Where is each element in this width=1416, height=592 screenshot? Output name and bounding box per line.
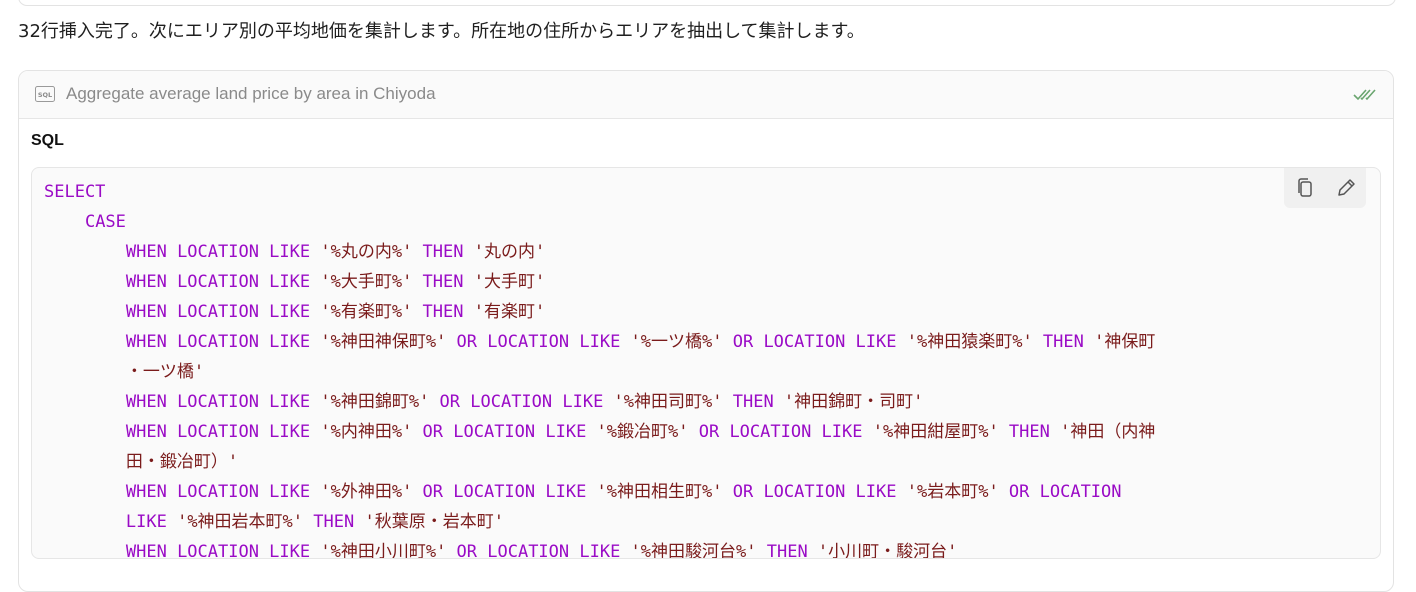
sql-string: '有楽町'	[473, 302, 546, 322]
sql-icon: SQL	[35, 86, 55, 102]
code-block[interactable]: SELECT CASE WHEN LOCATION LIKE '%丸の内%' T…	[31, 167, 1381, 559]
sql-string: '%神田神保町%'	[320, 332, 447, 352]
code-line: WHEN LOCATION LIKE '%大手町%' THEN '大手町'	[44, 272, 545, 292]
sql-keyword: THEN	[756, 542, 818, 559]
sql-string: '秋葉原・岩本町'	[364, 512, 504, 532]
sql-string: '%神田小川町%'	[320, 542, 447, 559]
sql-string: '%神田岩本町%'	[177, 512, 304, 532]
sql-keyword: THEN	[412, 242, 474, 262]
sql-keyword: WHEN LOCATION LIKE	[44, 242, 321, 262]
sql-string: '%神田猿楽町%'	[906, 332, 1033, 352]
sql-string: '%鍛冶町%'	[596, 422, 689, 442]
sql-string: '%神田駿河台%'	[630, 542, 757, 559]
sql-string: '小川町・駿河台'	[817, 542, 958, 559]
section-label: SQL	[31, 132, 64, 149]
tool-header[interactable]: SQL Aggregate average land price by area…	[19, 71, 1393, 119]
code-line: WHEN LOCATION LIKE '%神田小川町%' OR LOCATION…	[44, 542, 958, 559]
code-line: WHEN LOCATION LIKE '%外神田%' OR LOCATION L…	[44, 482, 1122, 532]
code-line: WHEN LOCATION LIKE '%内神田%' OR LOCATION L…	[44, 422, 1155, 472]
sql-string: '%内神田%'	[320, 422, 413, 442]
code-line: WHEN LOCATION LIKE '%神田錦町%' OR LOCATION …	[44, 392, 924, 412]
sql-keyword: WHEN LOCATION LIKE	[44, 332, 321, 352]
sql-string: '%神田相生町%'	[596, 482, 723, 502]
double-check-icon	[1353, 87, 1377, 101]
sql-string: '%一ツ橋%'	[630, 332, 723, 352]
sql-keyword: THEN	[412, 302, 474, 322]
sql-keyword: OR LOCATION LIKE	[722, 332, 907, 352]
sql-keyword: OR LOCATION LIKE	[446, 332, 631, 352]
sql-string: '%外神田%'	[320, 482, 413, 502]
sql-keyword: CASE	[44, 212, 126, 232]
sql-keyword: THEN	[412, 272, 474, 292]
sql-keyword: WHEN LOCATION LIKE	[44, 302, 321, 322]
sql-code: SELECT CASE WHEN LOCATION LIKE '%丸の内%' T…	[44, 177, 1334, 559]
sql-keyword: THEN	[722, 392, 784, 412]
sql-keyword: WHEN LOCATION LIKE	[44, 272, 321, 292]
sql-string: '%有楽町%'	[320, 302, 413, 322]
sql-string: '%神田錦町%'	[320, 392, 430, 412]
sql-keyword: OR LOCATION LIKE	[688, 422, 873, 442]
sql-string: '%神田司町%'	[613, 392, 723, 412]
edit-pencil-icon[interactable]	[1335, 177, 1357, 199]
sql-keyword: SELECT	[44, 182, 106, 202]
sql-string: '%丸の内%'	[320, 242, 413, 262]
sql-keyword: THEN	[1032, 332, 1095, 352]
sql-keyword: WHEN LOCATION LIKE	[44, 482, 321, 502]
sql-keyword: OR LOCATION LIKE	[412, 482, 597, 502]
assistant-message: 32行挿入完了。次にエリア別の平均地価を集計します。所在地の住所からエリアを抽出…	[18, 21, 865, 42]
code-line: WHEN LOCATION LIKE '%丸の内%' THEN '丸の内'	[44, 242, 545, 262]
tool-title: Aggregate average land price by area in …	[66, 84, 436, 103]
code-line: WHEN LOCATION LIKE '%神田神保町%' OR LOCATION…	[44, 332, 1155, 382]
sql-keyword: OR LOCATION LIKE	[722, 482, 907, 502]
previous-card-edge	[18, 0, 1396, 6]
code-line: SELECT	[44, 182, 105, 202]
sql-keyword: THEN	[998, 422, 1061, 442]
code-line: WHEN LOCATION LIKE '%有楽町%' THEN '有楽町'	[44, 302, 545, 322]
sql-string: '丸の内'	[473, 242, 546, 262]
sql-keyword: THEN	[303, 512, 365, 532]
sql-keyword: WHEN LOCATION LIKE	[44, 392, 321, 412]
sql-keyword: OR LOCATION LIKE	[412, 422, 597, 442]
code-line: CASE	[44, 212, 126, 232]
sql-string: '大手町'	[473, 272, 546, 292]
sql-keyword: OR LOCATION LIKE	[446, 542, 631, 559]
sql-keyword: WHEN LOCATION LIKE	[44, 542, 321, 559]
sql-keyword: WHEN LOCATION LIKE	[44, 422, 321, 442]
sql-string: '%大手町%'	[320, 272, 413, 292]
sql-string: '神田錦町・司町'	[783, 392, 924, 412]
sql-string: '%岩本町%'	[906, 482, 999, 502]
svg-text:SQL: SQL	[38, 91, 52, 99]
sql-string: '%神田紺屋町%'	[872, 422, 999, 442]
sql-keyword: OR LOCATION LIKE	[429, 392, 614, 412]
sql-tool-card: SQL Aggregate average land price by area…	[18, 70, 1394, 592]
